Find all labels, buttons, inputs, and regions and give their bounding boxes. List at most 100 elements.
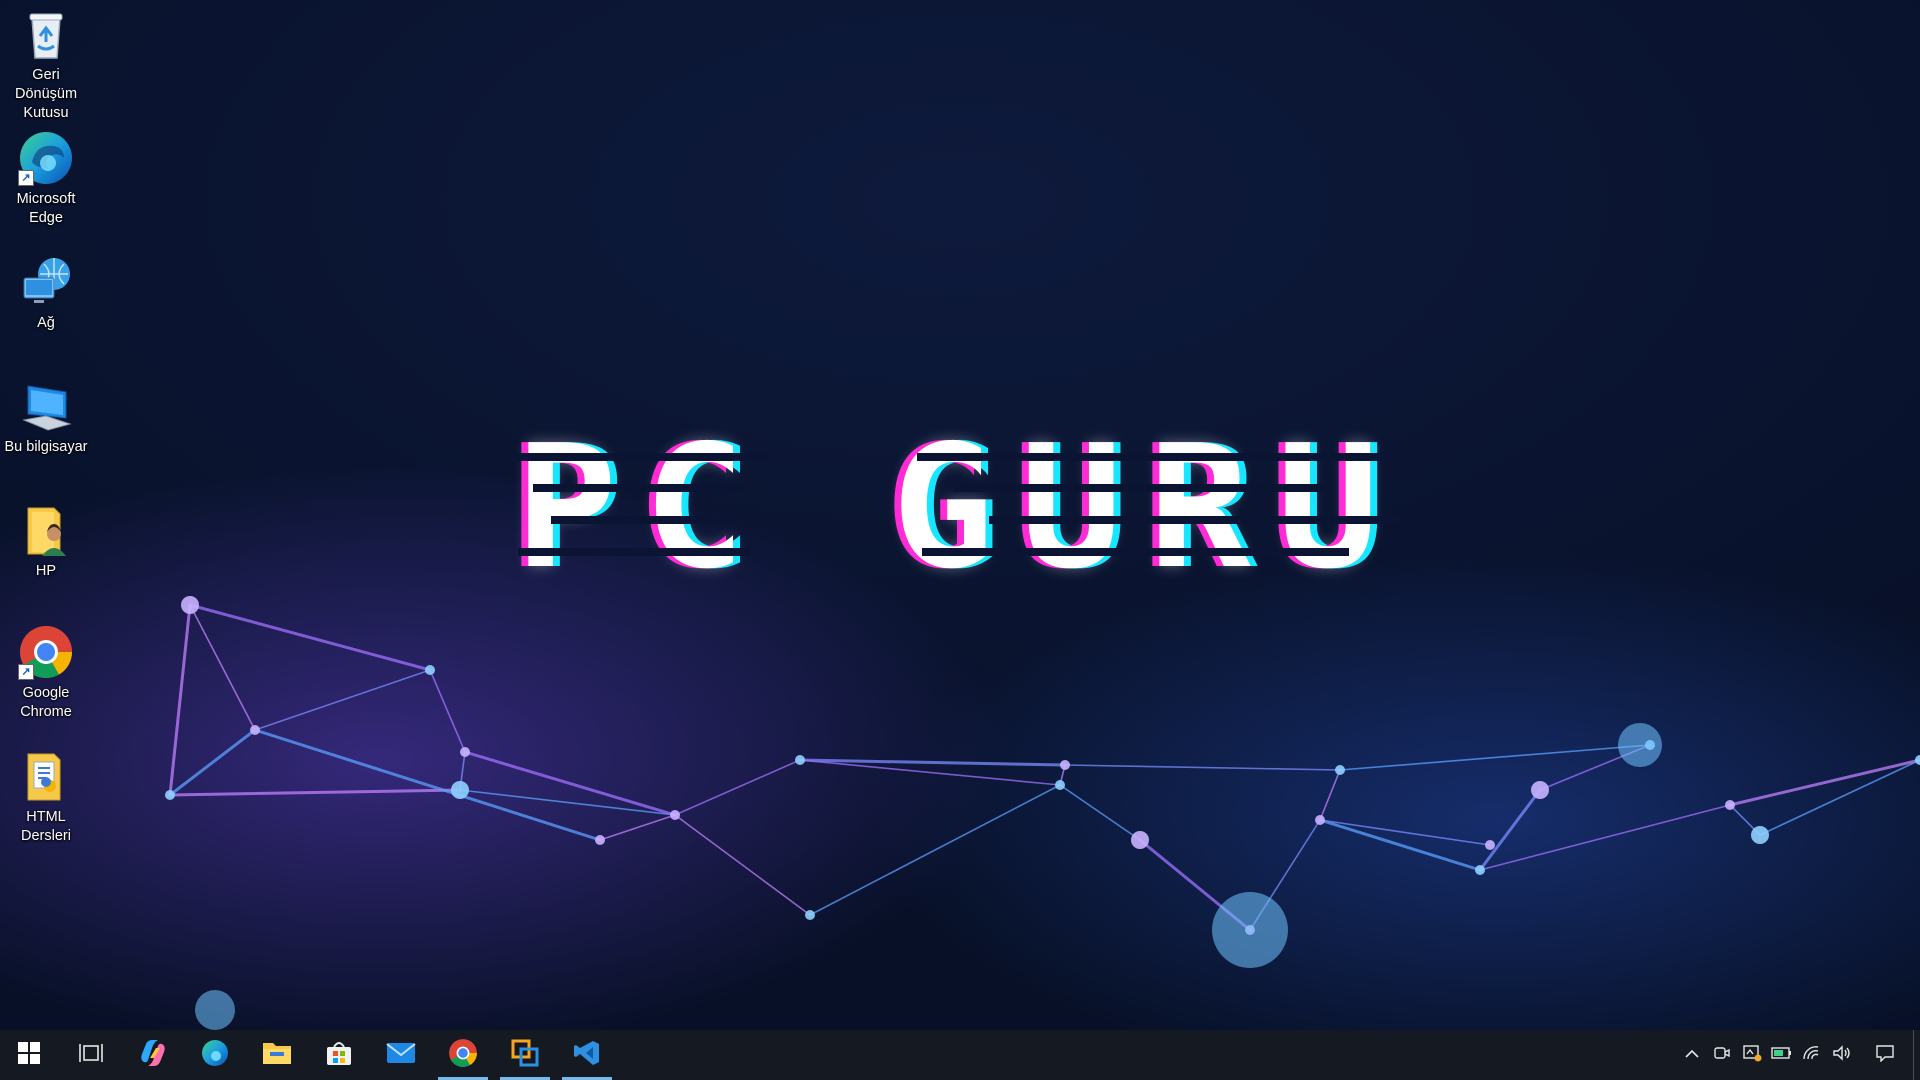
battery-button[interactable] [1767,1030,1797,1080]
user-folder-icon [18,502,74,558]
recycle-bin-icon [18,6,74,62]
show-hidden-icons-button[interactable] [1677,1030,1707,1080]
taskbar-vscode[interactable] [558,1030,616,1080]
meet-now-button[interactable] [1707,1030,1737,1080]
network-node [1475,865,1485,875]
edge-icon: ↗ [18,130,74,186]
taskbar [0,1030,1920,1080]
wifi-icon [1802,1045,1822,1066]
defender-icon [1742,1044,1762,1067]
shortcut-arrow-icon: ↗ [18,170,34,186]
task-view-button[interactable] [62,1030,120,1080]
desktop-icon-recycle-bin[interactable]: Geri Dönüşüm Kutusu [2,6,90,123]
network-node [805,910,815,920]
desktop-icon-label: HP [35,563,57,579]
network-line [1319,819,1491,846]
network-line [1318,818,1482,872]
network-line [599,814,676,841]
taskbar-virtualbox[interactable] [496,1030,554,1080]
network-line [189,604,256,731]
notifications-icon [1875,1044,1895,1067]
network-node [1060,760,1070,770]
network-line [168,788,462,797]
network-line [1478,788,1542,872]
desktop-icon-label: Ağ [37,315,55,331]
network-node [1725,800,1735,810]
meet-now-icon [1713,1045,1731,1066]
battery-icon [1771,1046,1793,1065]
shortcut-arrow-icon: ↗ [18,664,34,680]
chrome-icon [448,1038,478,1073]
network-glow [1212,892,1288,968]
network-node [425,665,435,675]
start-button[interactable] [0,1030,58,1080]
network-node [1335,765,1345,775]
folder-icon [18,748,74,804]
taskbar-edge[interactable] [186,1030,244,1080]
network-line [188,603,432,672]
network-line [168,728,257,797]
desktop-wallpaper [0,0,1920,1030]
network-line [1059,784,1141,841]
network-node [595,835,605,845]
network-line [1728,758,1920,807]
desktop-icon-hp[interactable]: HP [2,502,90,581]
desktop-icon-html-dersleri[interactable]: HTML Dersleri [2,748,90,846]
taskbar-chrome[interactable] [434,1030,492,1080]
volume-button[interactable] [1827,1030,1857,1080]
volume-icon [1832,1044,1852,1066]
network-line [674,814,811,916]
network-node [1531,781,1549,799]
network-node [165,790,175,800]
network-node [1915,755,1920,765]
file-explorer-icon [262,1040,292,1071]
network-line [1479,804,1731,871]
desktop-icon-network[interactable]: Ağ [2,254,90,333]
network-icon [18,254,74,310]
desktop-icon-label: Geri Dönüşüm Kutusu [14,67,78,121]
notifications-button[interactable] [1857,1030,1913,1080]
chrome-icon: ↗ [18,624,74,680]
desktop-icon-label: HTML Dersleri [21,809,71,844]
taskbar-copilot[interactable] [124,1030,182,1080]
desktop-icon-this-pc[interactable]: Bu bilgisayar [2,378,90,457]
virtualbox-icon [510,1038,540,1073]
taskbar-mail[interactable] [372,1030,430,1080]
network-node [1131,831,1149,849]
network-glow [1618,723,1662,767]
taskbar-microsoft-store[interactable] [310,1030,368,1080]
copilot-icon [138,1038,168,1073]
network-node [795,755,805,765]
task-view-icon [79,1042,103,1069]
desktop-icon-google-chrome[interactable]: ↗ Google Chrome [2,624,90,722]
network-line [1339,744,1651,771]
desktop-icon-label: Microsoft Edge [16,191,76,226]
defender-button[interactable] [1737,1030,1767,1080]
network-line [1759,759,1920,836]
network-line [254,669,431,731]
network-line [1064,764,1341,771]
network-node [451,781,469,799]
network-node [460,747,470,757]
edge-icon [200,1038,230,1073]
desktop-icon-label: Bu bilgisayar [4,439,88,455]
this-pc-icon [18,378,74,434]
network-node [1055,780,1065,790]
network-node [181,596,199,614]
show-desktop-button[interactable] [1913,1030,1920,1080]
chevron-up-icon [1685,1046,1699,1064]
vscode-icon [573,1039,601,1072]
network-line [674,759,801,816]
network-line [809,784,1061,916]
taskbar-file-explorer[interactable] [248,1030,306,1080]
system-tray [1677,1030,1920,1080]
desktop-icon-microsoft-edge[interactable]: ↗ Microsoft Edge [2,130,90,228]
microsoft-store-icon [325,1039,353,1072]
network-node [1751,826,1769,844]
network-node [250,725,260,735]
network-node [670,810,680,820]
network-line [459,789,676,816]
wifi-button[interactable] [1797,1030,1827,1080]
network-line [168,603,192,797]
network-line [1319,769,1341,821]
